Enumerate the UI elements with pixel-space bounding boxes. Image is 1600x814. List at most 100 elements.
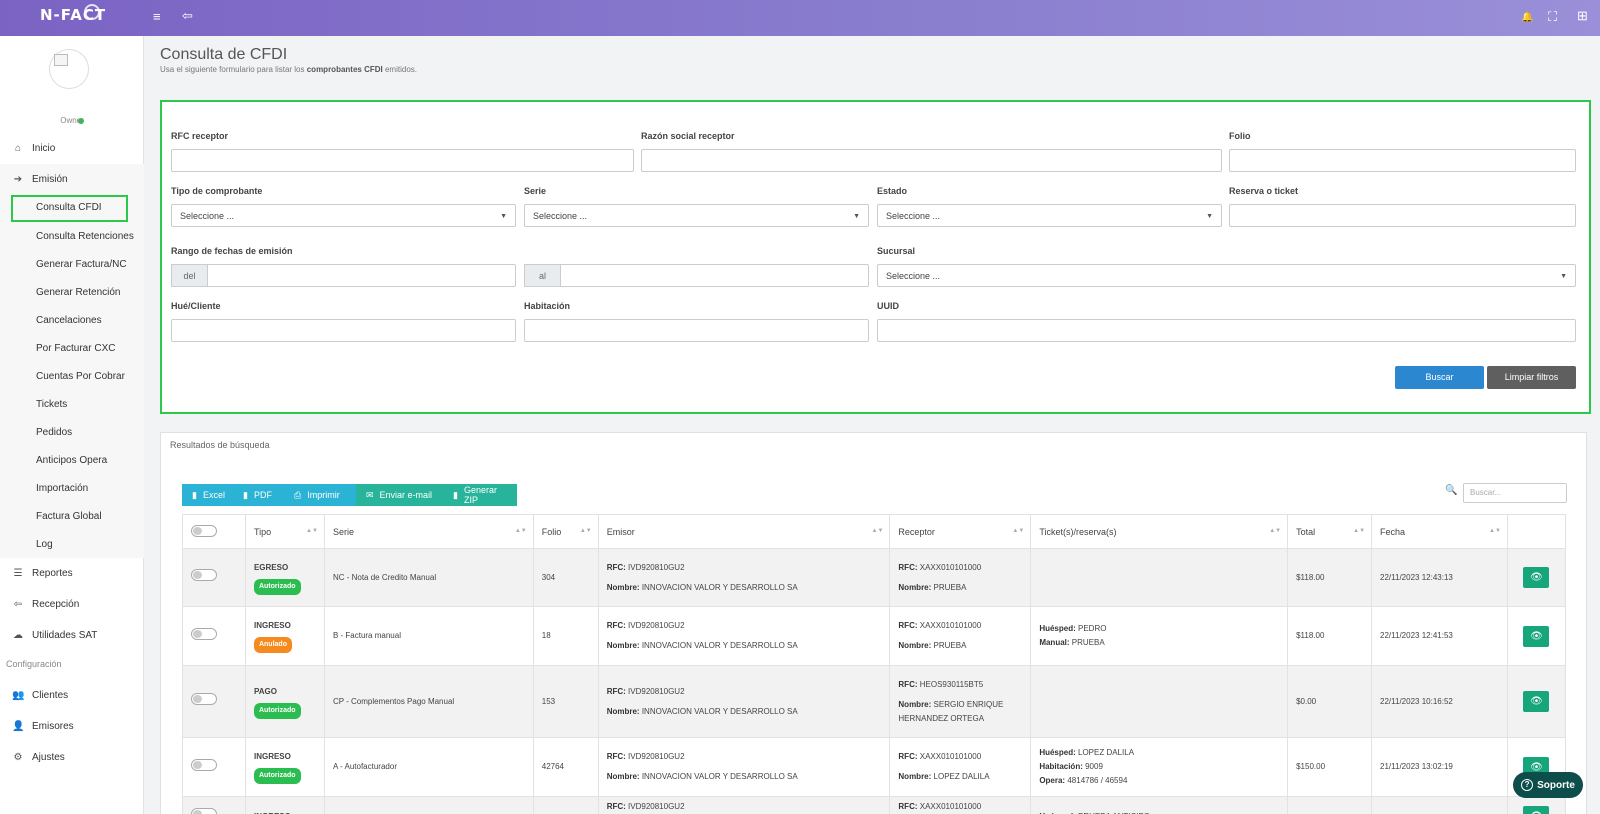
sidebar-sub-consulta-retenciones[interactable]: Consulta Retenciones: [36, 231, 134, 242]
serie-select[interactable]: Seleccione ... ▼: [524, 204, 869, 227]
column-header-folio[interactable]: Folio ▲▼: [532, 514, 599, 549]
sort-icon[interactable]: ▲▼: [1489, 528, 1501, 534]
sidebar-sub-log[interactable]: Log: [36, 539, 53, 550]
view-eye-button[interactable]: 👁: [1523, 625, 1550, 647]
sidebar-sub-anticipos-opera[interactable]: Anticipos Opera: [36, 455, 107, 466]
row-select-cell[interactable]: [182, 606, 246, 666]
row-select-cell[interactable]: [182, 548, 246, 607]
sidebar-item-reportes[interactable]: ☰ Reportes: [0, 559, 144, 587]
buscar-button[interactable]: Buscar: [1395, 366, 1484, 389]
toggle-switch[interactable]: [191, 524, 217, 537]
sidebar-item-recepcion[interactable]: ⇦ Recepción: [0, 590, 144, 618]
sidebar-item-label: Utilidades SAT: [32, 629, 98, 641]
huesped-cliente-input[interactable]: [171, 319, 516, 342]
sort-icon[interactable]: ▲▼: [872, 528, 884, 534]
generar-zip-button[interactable]: ▮ Generar ZIP: [443, 484, 517, 506]
sort-icon[interactable]: ▲▼: [580, 528, 592, 534]
view-eye-button[interactable]: 👁: [1523, 567, 1550, 588]
menu-icon[interactable]: ≡: [153, 10, 161, 23]
column-header-serie[interactable]: Serie ▲▼: [323, 514, 534, 549]
table-row[interactable]: EGRESO Autorizado NC - Nota de Credito Man…: [182, 548, 1567, 607]
status-badge: Autorizado: [253, 578, 301, 595]
habitacion-input[interactable]: [524, 319, 869, 342]
column-header-tickets[interactable]: Ticket(s)/reserva(s) ▲▼: [1030, 514, 1289, 549]
sort-icon[interactable]: ▲▼: [1012, 528, 1024, 534]
avatar[interactable]: [49, 49, 89, 89]
sidebar-sub-cancelaciones[interactable]: Cancelaciones: [36, 315, 102, 326]
sidebar-sub-pedidos[interactable]: Pedidos: [36, 427, 72, 438]
table-row[interactable]: PAGO Autorizado CP - Complementos Pago Man…: [182, 665, 1567, 738]
row-select-cell[interactable]: [182, 665, 246, 738]
estado-select[interactable]: Seleccione ... ▼: [877, 204, 1222, 227]
table-search-input[interactable]: Buscar...: [1463, 483, 1567, 503]
fullscreen-icon[interactable]: ⛶: [1548, 10, 1557, 23]
printer-icon: ⎙: [294, 489, 302, 500]
sidebar-item-ajustes[interactable]: ⚙ Ajustes: [0, 743, 144, 771]
sort-icon[interactable]: ▲▼: [1269, 528, 1281, 534]
table-body: EGRESO Autorizado NC - Nota de Credito Man…: [182, 548, 1567, 814]
imprimir-button[interactable]: ⎙ Imprimir: [284, 484, 356, 506]
limpiar-filtros-button[interactable]: Limpiar filtros: [1487, 366, 1576, 389]
tipo-cell: EGRESO Autorizado: [244, 548, 325, 607]
users-icon: 👥: [12, 689, 25, 701]
apps-icon[interactable]: ⊞: [1577, 9, 1588, 22]
actions-cell: 👁: [1506, 606, 1567, 666]
label-rfc-receptor: RFC receptor: [171, 131, 229, 141]
toggle-switch[interactable]: [191, 758, 217, 771]
sidebar-sub-cuentas-por-cobrar[interactable]: Cuentas Por Cobrar: [36, 371, 125, 382]
sidebar-sub-factura-global[interactable]: Factura Global: [36, 511, 102, 522]
razon-social-input[interactable]: [641, 149, 1222, 172]
date-from-input[interactable]: [207, 264, 516, 287]
sort-icon[interactable]: ▲▼: [515, 528, 527, 534]
tipo-comprobante-select[interactable]: Seleccione ... ▼: [171, 204, 516, 227]
sidebar-item-clientes[interactable]: 👥 Clientes: [0, 681, 144, 709]
excel-button[interactable]: ▮ Excel: [182, 484, 233, 506]
column-header-fecha[interactable]: Fecha ▲▼: [1371, 514, 1508, 549]
table-row[interactable]: INGRESO Autorizado A - Autofacturador 42764…: [182, 737, 1567, 797]
uuid-input[interactable]: [877, 319, 1576, 342]
pdf-button[interactable]: ▮ PDF: [233, 484, 284, 506]
toggle-switch[interactable]: [191, 569, 217, 581]
logout-icon[interactable]: ⇦: [182, 9, 193, 22]
row-select-cell[interactable]: [182, 737, 246, 797]
column-header-receptor[interactable]: Receptor ▲▼: [889, 514, 1032, 549]
serie-cell: A - Autofacturador: [323, 737, 534, 797]
sidebar-item-utilidades-sat[interactable]: ☁ Utilidades SAT: [0, 621, 144, 649]
row-select-cell[interactable]: [182, 796, 246, 814]
sucursal-select[interactable]: Seleccione ... ▼: [877, 264, 1576, 287]
sort-icon[interactable]: ▲▼: [306, 528, 318, 534]
enviar-email-button[interactable]: ✉ Enviar e-mail: [356, 484, 443, 506]
tipo-cell: INGRESO Anulado: [244, 606, 325, 666]
date-to-input[interactable]: [560, 264, 869, 287]
bell-icon[interactable]: 🔔: [1521, 11, 1533, 24]
table-row[interactable]: INGRESO Anulado B - Factura manual 18 RFC: I…: [182, 606, 1567, 666]
sidebar-sub-consulta-cfdi[interactable]: Consulta CFDI: [36, 202, 102, 213]
receptor-rfc: RFC: XAXX010101000: [898, 619, 1022, 633]
reserva-ticket-input[interactable]: [1229, 204, 1576, 227]
sidebar-item-emisores[interactable]: 👤 Emisores: [0, 712, 144, 740]
column-header-tipo[interactable]: Tipo ▲▼: [244, 514, 325, 549]
sidebar-sub-tickets[interactable]: Tickets: [36, 399, 67, 410]
toggle-switch[interactable]: [191, 808, 217, 814]
sidebar-sub-generar-factura[interactable]: Generar Factura/NC: [36, 259, 127, 270]
sidebar-item-inicio[interactable]: ⌂ Inicio: [0, 134, 144, 162]
sidebar-sub-por-facturar[interactable]: Por Facturar CXC: [36, 343, 115, 354]
sort-icon[interactable]: ▲▼: [1353, 528, 1365, 534]
serie-cell: CP - Complementos Pago Manual: [323, 665, 534, 738]
receptor-nombre: Nombre: PRUEBA: [898, 639, 1022, 653]
sidebar-item-emision[interactable]: ➔ Emisión: [0, 165, 144, 193]
view-eye-button[interactable]: 👁: [1523, 806, 1550, 814]
view-eye-button[interactable]: 👁: [1523, 691, 1550, 712]
toggle-switch[interactable]: [191, 627, 217, 640]
folio-input[interactable]: [1229, 149, 1576, 172]
table-row[interactable]: INGRESO RFC: IVD920810GU2Nombre: RFC: XAX…: [182, 796, 1567, 814]
select-all-toggle[interactable]: [182, 514, 246, 549]
column-header-emisor[interactable]: Emisor ▲▼: [597, 514, 891, 549]
column-header-actions: [1506, 514, 1567, 549]
column-header-total[interactable]: Total ▲▼: [1287, 514, 1373, 549]
rfc-receptor-input[interactable]: [171, 149, 634, 172]
toggle-switch[interactable]: [191, 693, 217, 705]
sidebar-sub-generar-retencion[interactable]: Generar Retención: [36, 287, 121, 298]
sidebar-sub-importacion[interactable]: Importación: [36, 483, 88, 494]
soporte-button[interactable]: ? Soporte: [1513, 772, 1583, 798]
